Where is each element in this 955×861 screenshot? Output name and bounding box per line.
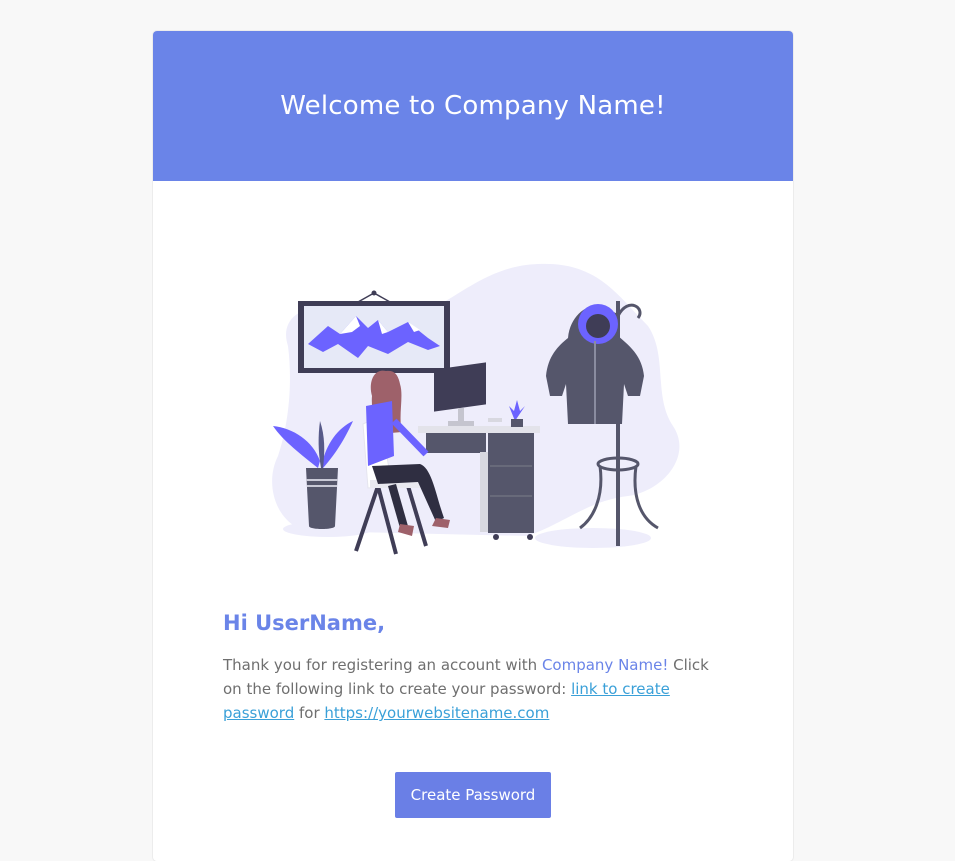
message-content: Hi UserName, Thank you for registering a… [223, 611, 723, 725]
for-text: for [294, 704, 325, 722]
intro-text: Thank you for registering an account wit… [223, 656, 542, 674]
greeting-heading: Hi UserName, [223, 611, 386, 635]
company-name: Company Name! [541, 656, 669, 674]
message-paragraph: Thank you for registering an account wit… [223, 653, 723, 725]
office-desk-illustration [268, 256, 688, 566]
email-header: Welcome to Company Name! [153, 31, 793, 181]
header-title: Welcome to Company Name! [280, 90, 666, 121]
website-link[interactable]: https://yourwebsitename.com [324, 704, 549, 722]
email-card: Welcome to Company Name! Hi UserName, Th… [153, 31, 793, 861]
create-password-button[interactable]: Create Password [395, 772, 551, 818]
